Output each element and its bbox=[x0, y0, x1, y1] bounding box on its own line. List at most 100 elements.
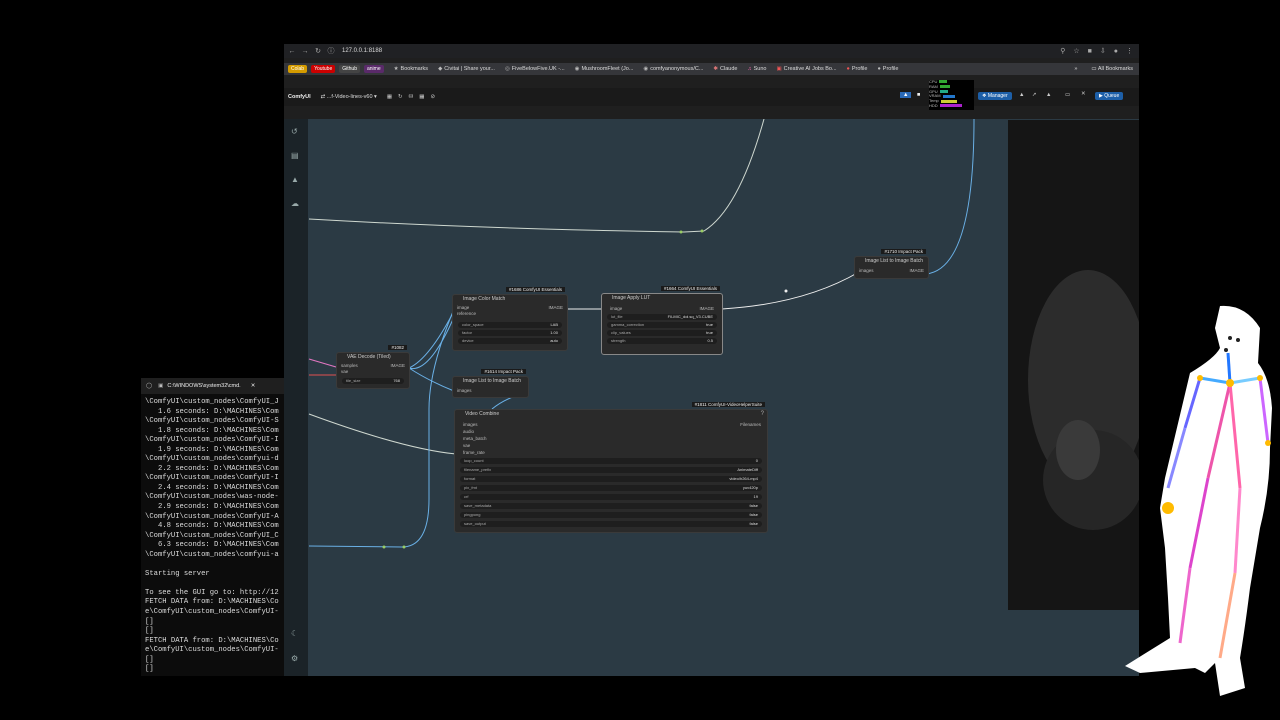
cmd-titlebar[interactable]: ◯ ▣ C:\WINDOWS\system32\cmd. ✕ bbox=[141, 378, 284, 394]
output-image[interactable]: IMAGE bbox=[548, 305, 563, 310]
widget-filename-prefix[interactable]: filename_prefix AnimateDiff bbox=[460, 467, 762, 473]
output-filenames[interactable]: Filenames bbox=[740, 422, 761, 427]
bookmark-item[interactable]: ◎ FiveBelowFive.UK -... bbox=[505, 66, 565, 72]
node-tag: #1710 Impact Pack bbox=[881, 249, 926, 254]
widget-format[interactable]: format video/h264-mp4 bbox=[460, 476, 762, 482]
widget-clip-values[interactable]: clip_values true bbox=[607, 330, 717, 336]
input-vae[interactable]: vae bbox=[341, 369, 348, 374]
bookmark-github[interactable]: Github bbox=[339, 65, 360, 73]
chart-icon[interactable]: ▲ bbox=[900, 92, 912, 98]
model-library-icon[interactable]: ☁ bbox=[291, 199, 299, 208]
widget-factor[interactable]: factor 1.00 bbox=[458, 330, 562, 336]
widget-save-metadata[interactable]: save_metadata false bbox=[460, 503, 762, 509]
cmd-line: To see the GUI go to: http://12 bbox=[145, 588, 279, 597]
widget-pingpong[interactable]: pingpong false bbox=[460, 512, 762, 518]
output-image[interactable]: IMAGE bbox=[699, 306, 714, 311]
input-image[interactable]: image bbox=[457, 305, 469, 310]
widget-crf[interactable]: crf 19 bbox=[460, 494, 762, 500]
clear-icon[interactable]: ⊘ bbox=[430, 94, 435, 100]
share-icon[interactable]: ➚ bbox=[1032, 92, 1037, 98]
node-title: Video Combine bbox=[465, 411, 500, 417]
download-icon[interactable]: ⇩ bbox=[1100, 47, 1106, 55]
input-frame-rate[interactable]: frame_rate bbox=[463, 450, 485, 455]
input-reference[interactable]: reference bbox=[457, 311, 476, 316]
refresh-icon[interactable]: ↻ bbox=[398, 94, 403, 100]
input-images[interactable]: images bbox=[457, 388, 472, 393]
widget-strength[interactable]: strength 0.5 bbox=[607, 338, 717, 344]
widget-tile-size[interactable]: tile_size 768 bbox=[342, 378, 404, 384]
input-images[interactable]: images bbox=[463, 422, 478, 427]
node-video-combine[interactable]: #1811 ComfyUI-VideoHelperSuite Video Com… bbox=[454, 402, 768, 533]
menu-icon[interactable]: ⋮ bbox=[1126, 47, 1133, 55]
close-tab-icon[interactable]: ✕ bbox=[251, 383, 256, 389]
node-tag: #1614 Impact Pack bbox=[481, 369, 526, 374]
back-icon[interactable]: ← bbox=[287, 48, 297, 55]
queue-button[interactable]: ▶ Queue bbox=[1095, 92, 1124, 100]
bookmark-item[interactable]: ● Profile bbox=[847, 66, 868, 72]
theme-toggle-icon[interactable]: ☾ bbox=[291, 629, 298, 638]
input-meta-batch[interactable]: meta_batch bbox=[463, 436, 487, 441]
input-image[interactable]: image bbox=[610, 306, 622, 311]
input-samples[interactable]: samples bbox=[341, 363, 358, 368]
node-image-apply-lut[interactable]: #1664 ComfyUI Essentials Image Apply LUT… bbox=[601, 286, 723, 355]
node-image-list-to-batch-top[interactable]: #1710 Impact Pack Image List to Image Ba… bbox=[854, 249, 929, 279]
node-title: Image Apply LUT bbox=[612, 295, 651, 301]
save-icon[interactable]: ▦ bbox=[387, 94, 392, 100]
forward-icon[interactable]: → bbox=[300, 48, 310, 55]
bookmark-item[interactable]: ◉ MushroomFleet (Jo... bbox=[575, 66, 634, 72]
node-image-color-match[interactable]: #1686 ComfyUI Essentials Image Color Mat… bbox=[452, 287, 568, 351]
settings-gear-icon[interactable]: ⚙ bbox=[291, 654, 298, 663]
bookmark-item[interactable]: ♫ Suno bbox=[747, 66, 766, 72]
input-vae[interactable]: vae bbox=[463, 443, 470, 448]
widget-loop-count[interactable]: loop_count 0 bbox=[460, 458, 762, 464]
cmd-title-text: C:\WINDOWS\system32\cmd. bbox=[167, 383, 241, 389]
profile-icon[interactable]: ● bbox=[1114, 48, 1118, 55]
cmd-line: FETCH DATA from: D:\MACHINES\Co bbox=[145, 636, 279, 645]
window-icon[interactable]: ▭ bbox=[1065, 92, 1070, 98]
widget-device[interactable]: device auto bbox=[458, 338, 562, 344]
stop-icon[interactable]: ■ bbox=[917, 92, 920, 98]
widget-color-space[interactable]: color_space LAB bbox=[458, 322, 562, 328]
reload-icon[interactable]: ↻ bbox=[313, 47, 323, 55]
cmd-window[interactable]: ◯ ▣ C:\WINDOWS\system32\cmd. ✕ \ComfyUI\… bbox=[141, 378, 284, 676]
widget-lut-file[interactable]: lut_file FILMIC_dol.sq_V3.CUBE bbox=[607, 314, 717, 320]
widget-save-output[interactable]: save_output false bbox=[460, 521, 762, 527]
star-icon: ★ bbox=[393, 66, 399, 72]
people-icon[interactable]: ▲ bbox=[1046, 92, 1051, 98]
history-icon[interactable]: ↺ bbox=[291, 127, 298, 136]
node-library-icon[interactable]: ▲ bbox=[291, 175, 299, 184]
all-bookmarks[interactable]: » ▭ All Bookmarks bbox=[1074, 63, 1133, 75]
node-image-list-to-batch-mid[interactable]: #1614 Impact Pack Image List to Image Ba… bbox=[452, 369, 529, 398]
bookmark-item[interactable]: ▣ Creative AI Jobs Bo... bbox=[776, 66, 836, 72]
bookmark-star-icon[interactable]: ☆ bbox=[1073, 47, 1079, 55]
widget-pix-fmt[interactable]: pix_fmt yuv420p bbox=[460, 485, 762, 491]
bookmark-item[interactable]: ◉ comfyanonymous/C... bbox=[643, 66, 703, 72]
extensions-icon[interactable]: ■ bbox=[1088, 48, 1092, 55]
input-images[interactable]: images bbox=[859, 268, 874, 273]
manager-button[interactable]: ❖ Manager bbox=[978, 92, 1012, 100]
bookmark-item[interactable]: ★ Bookmarks bbox=[394, 66, 428, 72]
output-image[interactable]: IMAGE bbox=[909, 268, 924, 273]
export-icon[interactable]: ⛁ bbox=[409, 94, 414, 100]
bookmark-colab[interactable]: Colab bbox=[288, 65, 308, 73]
node-vae-decode[interactable]: #1082 VAE Decode (Tiled) samples vae IMA… bbox=[336, 345, 410, 389]
bookmark-anime[interactable]: anime bbox=[363, 65, 384, 73]
person-icon[interactable]: ▲ bbox=[1019, 92, 1024, 98]
cmd-line: 1.6 seconds: D:\MACHINES\Com bbox=[145, 407, 279, 416]
grid-icon[interactable]: ▦ bbox=[419, 94, 424, 100]
workflow-selector[interactable]: ⇄ ...f-Video-lines-v60 ▾ bbox=[321, 94, 377, 100]
queue-list-icon[interactable]: ▤ bbox=[291, 151, 299, 160]
bookmark-youtube[interactable]: Youtube bbox=[311, 65, 336, 73]
bookmark-item[interactable]: ◆ Civitai | Share your... bbox=[438, 66, 495, 72]
widget-gamma-correction[interactable]: gamma_correction true bbox=[607, 322, 717, 328]
site-info-icon[interactable]: ⓘ bbox=[326, 46, 336, 56]
globe-icon: ◎ bbox=[504, 66, 510, 72]
help-icon[interactable]: ? bbox=[761, 411, 764, 417]
address-input[interactable]: 127.0.0.1:8188 bbox=[342, 48, 382, 54]
output-image[interactable]: IMAGE bbox=[390, 363, 405, 368]
bookmark-item[interactable]: ✱ Claude bbox=[713, 66, 737, 72]
input-audio[interactable]: audio bbox=[463, 429, 474, 434]
bookmark-item[interactable]: ● Profile bbox=[877, 66, 898, 72]
zoom-icon[interactable]: ⚲ bbox=[1060, 47, 1065, 55]
close-icon[interactable]: ✕ bbox=[1081, 91, 1086, 97]
